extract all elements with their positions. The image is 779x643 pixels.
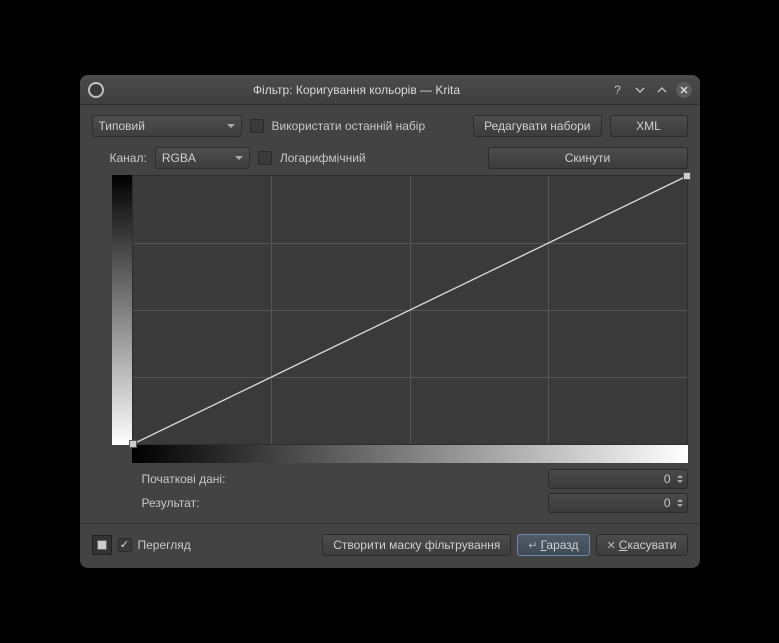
spin-down-icon[interactable] bbox=[677, 504, 683, 507]
help-icon[interactable]: ? bbox=[610, 82, 626, 98]
cancel-button[interactable]: ✕ Скасувати bbox=[596, 534, 688, 556]
edit-presets-button[interactable]: Редагувати набори bbox=[473, 115, 601, 137]
channel-select[interactable]: RGBA bbox=[155, 147, 250, 169]
xml-button[interactable]: XML bbox=[610, 115, 688, 137]
create-mask-button[interactable]: Створити маску фільтрування bbox=[322, 534, 511, 556]
view-mode-button[interactable] bbox=[92, 535, 112, 555]
use-last-label: Використати останній набір bbox=[272, 119, 426, 133]
input-value: 0 bbox=[555, 472, 671, 486]
reset-button[interactable]: Скинути bbox=[488, 147, 688, 169]
titlebar: Фільтр: Коригування кольорів — Krita ? bbox=[80, 75, 700, 105]
spin-up-icon[interactable] bbox=[677, 475, 683, 478]
x-icon: ✕ bbox=[607, 539, 616, 552]
krita-icon bbox=[88, 82, 104, 98]
preview-label: Перегляд bbox=[138, 538, 191, 552]
preset-value: Типовий bbox=[99, 119, 145, 133]
color-adjustment-dialog: Фільтр: Коригування кольорів — Krita ? Т… bbox=[80, 75, 700, 568]
vertical-gradient bbox=[112, 175, 132, 445]
input-label: Початкові дані: bbox=[142, 472, 272, 486]
spin-down-icon[interactable] bbox=[677, 480, 683, 483]
horizontal-gradient bbox=[132, 445, 688, 463]
preset-select[interactable]: Типовий bbox=[92, 115, 242, 137]
curve-canvas[interactable] bbox=[132, 175, 688, 445]
input-spinbox[interactable]: 0 bbox=[548, 469, 688, 489]
output-label: Результат: bbox=[142, 496, 272, 510]
close-icon[interactable] bbox=[676, 82, 692, 98]
use-last-checkbox[interactable] bbox=[250, 119, 264, 133]
minimize-icon[interactable] bbox=[632, 82, 648, 98]
output-spinbox[interactable]: 0 bbox=[548, 493, 688, 513]
output-value: 0 bbox=[555, 496, 671, 510]
channel-label: Канал: bbox=[110, 151, 147, 165]
curve-editor[interactable] bbox=[112, 175, 688, 463]
logarithmic-checkbox[interactable] bbox=[258, 151, 272, 165]
preview-checkbox[interactable] bbox=[118, 538, 132, 552]
logarithmic-label: Логарифмічний bbox=[280, 151, 366, 165]
channel-value: RGBA bbox=[162, 151, 196, 165]
curve-handle[interactable] bbox=[683, 172, 691, 180]
curve-handle[interactable] bbox=[129, 440, 137, 448]
ok-button[interactable]: ↵ Гаразд bbox=[517, 534, 589, 556]
return-icon: ↵ bbox=[528, 539, 537, 552]
dialog-title: Фільтр: Коригування кольорів — Krita bbox=[104, 83, 610, 97]
maximize-icon[interactable] bbox=[654, 82, 670, 98]
spin-up-icon[interactable] bbox=[677, 499, 683, 502]
